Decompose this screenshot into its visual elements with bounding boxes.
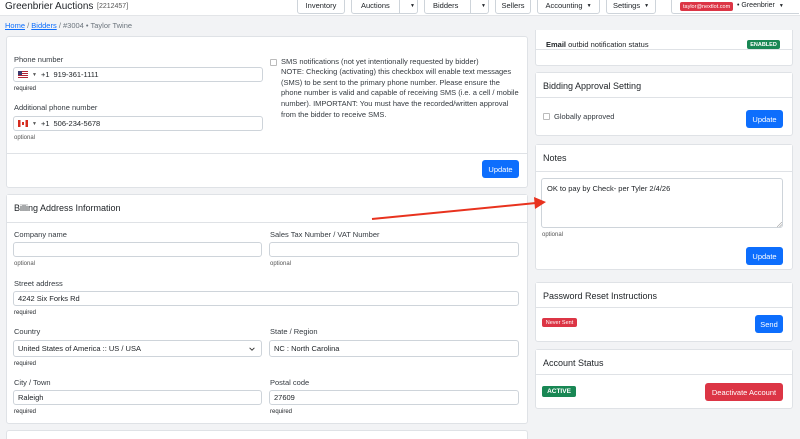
nav-sellers-label: Sellers [501, 1, 525, 10]
next-card-edge [6, 430, 528, 439]
notes-header: Notes [536, 145, 792, 172]
phone-hint: required [14, 86, 37, 92]
billing-title: Billing Address Information [14, 203, 121, 213]
phone-card-footer [7, 153, 527, 188]
nav-bidders-button[interactable]: Bidders ▼ [424, 0, 489, 14]
street-label: Street address [14, 279, 63, 288]
country-value: United States of America :: US / USA [18, 344, 141, 353]
phone-field[interactable]: ▼ +1 919-361-1111 [13, 67, 263, 82]
breadcrumb-bidders-link[interactable]: Bidders [31, 21, 56, 30]
bidding-approval-title: Bidding Approval Setting [543, 81, 642, 91]
chevron-down-icon: ▼ [586, 2, 592, 9]
country-hint: required [14, 361, 37, 367]
company-input[interactable] [13, 242, 262, 257]
sms-title: SMS notifications (not yet intentionally… [281, 57, 479, 66]
nav-settings-button[interactable]: Settings ▼ [606, 0, 656, 14]
breadcrumb-current: #3004 • Taylor Twine [62, 21, 133, 30]
notes-textarea[interactable]: OK to pay by Check- per Tyler 2/4/26 [541, 178, 783, 228]
nav-accounting-label: Accounting [545, 1, 583, 10]
chevron-down-icon: ▼ [778, 3, 784, 9]
account-status-header: Account Status [536, 350, 792, 375]
nav-settings-label: Settings [612, 1, 641, 10]
nav-inventory-button[interactable]: Inventory [297, 0, 345, 14]
city-label: City / Town [14, 378, 51, 387]
password-reset-title: Password Reset Instructions [543, 291, 658, 301]
street-input[interactable]: 4242 Six Forks Rd [13, 291, 519, 306]
company-label: Company name [14, 230, 67, 239]
additional-phone-field[interactable]: ▼ +1 506-234-5678 [13, 116, 263, 131]
password-reset-header: Password Reset Instructions [536, 283, 792, 308]
tax-label: Sales Tax Number / VAT Number [270, 230, 380, 239]
notes-hint: optional [542, 232, 564, 238]
breadcrumb-home-link[interactable]: Home [5, 21, 25, 30]
sms-note: NOTE: Checking (activating) this checkbo… [281, 67, 519, 119]
city-input[interactable]: Raleigh [13, 390, 262, 405]
postal-label: Postal code [270, 378, 310, 387]
chevron-down-icon: ▼ [32, 71, 37, 78]
bidding-approval-header: Bidding Approval Setting [536, 73, 792, 98]
canada-flag-icon[interactable] [18, 120, 28, 127]
notes-update-button[interactable]: Update [746, 247, 783, 265]
globally-approved-label: Globally approved [554, 112, 615, 121]
outbid-label-rest: outbid notification status [566, 40, 649, 49]
additional-phone-value: 506-234-5678 [53, 119, 101, 128]
phone-value: 919-361-1111 [53, 70, 99, 79]
outbid-status-badge: ENABLED [747, 40, 780, 49]
deactivate-account-button[interactable]: Deactivate Account [705, 383, 783, 401]
nav-sellers-button[interactable]: Sellers [495, 0, 531, 14]
outbid-label-bold: Email [546, 40, 567, 49]
notification-card: Email outbid notification status ENABLED [535, 30, 793, 66]
street-hint: required [14, 310, 37, 316]
additional-phone-hint: optional [14, 135, 36, 141]
active-status-badge: ACTIVE [542, 386, 576, 397]
nav-accounting-button[interactable]: Accounting ▼ [537, 0, 600, 14]
top-navbar: Greenbrier Auctions [2212457] Inventory … [0, 0, 800, 16]
bidding-approval-update-button[interactable]: Update [746, 110, 783, 128]
postal-input[interactable]: 27609 [269, 390, 519, 405]
chevron-down-icon [249, 347, 255, 351]
phone-label: Phone number [14, 55, 64, 64]
globally-approved-checkbox[interactable] [543, 113, 550, 120]
chevron-down-icon: ▼ [32, 120, 37, 127]
company-hint: optional [14, 261, 36, 267]
chevron-down-icon[interactable]: ▼ [481, 3, 486, 9]
org-name[interactable]: • Greenbrier ▼ [737, 2, 784, 9]
state-label: State / Region [270, 327, 318, 336]
nav-auctions-button[interactable]: Auctions ▼ [351, 0, 418, 14]
outbid-row: Email outbid notification status ENABLED [536, 30, 792, 50]
auction-id: [2212457] [97, 3, 129, 10]
notes-title: Notes [543, 153, 567, 163]
additional-country-code: +1 [40, 119, 50, 128]
state-input[interactable]: NC : North Carolina [269, 340, 519, 357]
nav-inventory-label: Inventory [305, 1, 337, 10]
city-hint: required [14, 409, 37, 415]
postal-hint: required [270, 409, 293, 415]
country-label: Country [14, 327, 41, 336]
billing-card-header: Billing Address Information [7, 195, 527, 223]
bullet-icon: • [737, 2, 740, 9]
breadcrumb: Home / Bidders / #3004 • Taylor Twine [5, 21, 132, 30]
us-flag-icon[interactable] [18, 71, 28, 78]
country-select[interactable]: United States of America :: US / USA [13, 340, 262, 357]
never-sent-badge: Never Sent [542, 318, 577, 327]
phone-country-code: +1 [40, 70, 50, 79]
user-email-badge[interactable]: taylor@nextlot.com [680, 2, 734, 11]
password-reset-card: Password Reset Instructions [535, 282, 793, 342]
nav-bidders-label: Bidders [433, 1, 459, 10]
send-reset-button[interactable]: Send [755, 315, 783, 333]
tax-hint: optional [270, 261, 292, 267]
org-label: Greenbrier [741, 2, 775, 9]
account-status-title: Account Status [543, 358, 604, 368]
sms-checkbox[interactable] [270, 59, 277, 66]
resize-handle-icon[interactable] [777, 222, 782, 227]
additional-phone-label: Additional phone number [14, 103, 98, 112]
outbid-label: Email outbid notification status [546, 40, 649, 49]
tax-input[interactable] [269, 242, 519, 257]
phone-update-button[interactable]: Update [482, 160, 519, 178]
chevron-down-icon: ▼ [644, 2, 650, 9]
chevron-down-icon[interactable]: ▼ [410, 3, 415, 9]
brand-name[interactable]: Greenbrier Auctions [5, 1, 93, 12]
nav-auctions-label: Auctions [361, 1, 390, 10]
